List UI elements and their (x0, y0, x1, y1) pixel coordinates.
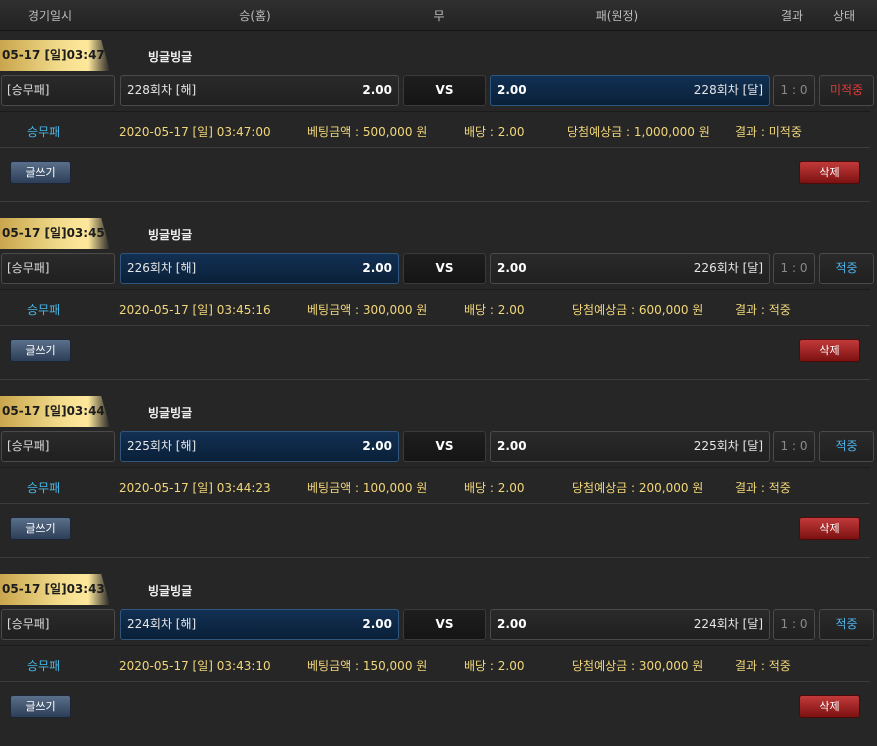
away-team-label: 226회차 [달] (693, 261, 763, 275)
header-date: 경기일시 (27, 9, 73, 23)
score-box: 1 : 0 (773, 609, 815, 640)
header-away: 패(원정) (595, 9, 639, 23)
status-badge: 적중 (819, 253, 874, 284)
write-button[interactable]: 글쓰기 (10, 695, 71, 718)
bet-amount: 베팅금액 : 100,000 원 (307, 481, 428, 495)
score-box: 1 : 0 (773, 75, 815, 106)
score-box: 1 : 0 (773, 253, 815, 284)
bet-item: 05-17 [일]03:47 빙글빙글 [승무패] 228회차 [해] 2.00… (0, 34, 877, 212)
bet-datetime: 2020-05-17 [일] 03:44:23 (119, 481, 271, 495)
home-team-label: 225회차 [해] (127, 439, 197, 453)
status-badge: 적중 (819, 431, 874, 462)
away-pick[interactable]: 2.00 224회차 [달] (490, 609, 770, 640)
bet-dividend: 배당 : 2.00 (464, 659, 525, 673)
bet-datetime: 2020-05-17 [일] 03:43:10 (119, 659, 271, 673)
header-draw: 무 (433, 9, 445, 23)
bet-info-row: 승무패 2020-05-17 [일] 03:43:10 베팅금액 : 150,0… (0, 645, 870, 682)
bet-item: 05-17 [일]03:45 빙글빙글 [승무패] 226회차 [해] 2.00… (0, 212, 877, 390)
team-name: 빙글빙글 (148, 584, 193, 598)
date-tag: 05-17 [일]03:43 (0, 574, 110, 605)
delete-button[interactable]: 삭제 (799, 695, 860, 718)
away-odds: 2.00 (497, 83, 527, 97)
home-team-label: 226회차 [해] (127, 261, 197, 275)
bet-info-row: 승무패 2020-05-17 [일] 03:47:00 베팅금액 : 500,0… (0, 111, 870, 148)
bet-item: 05-17 [일]03:44 빙글빙글 [승무패] 225회차 [해] 2.00… (0, 390, 877, 568)
bet-type-box: [승무패] (1, 431, 115, 462)
home-odds: 2.00 (362, 261, 392, 275)
bet-dividend: 배당 : 2.00 (464, 303, 525, 317)
vs-draw-box[interactable]: VS (403, 431, 486, 462)
bet-info-row: 승무패 2020-05-17 [일] 03:45:16 베팅금액 : 300,0… (0, 289, 870, 326)
delete-button[interactable]: 삭제 (799, 517, 860, 540)
home-pick[interactable]: 228회차 [해] 2.00 (120, 75, 399, 106)
divider (0, 557, 870, 558)
game-type: 승무패 (27, 125, 61, 139)
score-box: 1 : 0 (773, 431, 815, 462)
vs-draw-box[interactable]: VS (403, 253, 486, 284)
home-odds: 2.00 (362, 83, 392, 97)
bet-type-box: [승무패] (1, 75, 115, 106)
write-button[interactable]: 글쓰기 (10, 517, 71, 540)
divider (0, 201, 870, 202)
delete-button[interactable]: 삭제 (799, 161, 860, 184)
game-type: 승무패 (27, 659, 61, 673)
home-team-label: 228회차 [해] (127, 83, 197, 97)
table-header: 경기일시 승(홈) 무 패(원정) 결과 상태 (0, 0, 877, 31)
bet-info-row: 승무패 2020-05-17 [일] 03:44:23 베팅금액 : 100,0… (0, 467, 870, 504)
home-team-label: 224회차 [해] (127, 617, 197, 631)
away-pick[interactable]: 2.00 226회차 [달] (490, 253, 770, 284)
expected-win: 당첨예상금 : 200,000 원 (572, 481, 704, 495)
header-result: 결과 (780, 9, 804, 23)
away-team-label: 228회차 [달] (693, 83, 763, 97)
game-type: 승무패 (27, 481, 61, 495)
date-tag: 05-17 [일]03:44 (0, 396, 110, 427)
bet-result: 결과 : 적중 (735, 303, 791, 317)
status-badge: 미적중 (819, 75, 874, 106)
status-badge: 적중 (819, 609, 874, 640)
home-pick[interactable]: 225회차 [해] 2.00 (120, 431, 399, 462)
header-status: 상태 (832, 9, 856, 23)
bet-dividend: 배당 : 2.00 (464, 481, 525, 495)
bet-item: 05-17 [일]03:43 빙글빙글 [승무패] 224회차 [해] 2.00… (0, 568, 877, 746)
away-team-label: 225회차 [달] (693, 439, 763, 453)
divider (0, 379, 870, 380)
home-odds: 2.00 (362, 439, 392, 453)
expected-win: 당첨예상금 : 300,000 원 (572, 659, 704, 673)
bet-result: 결과 : 미적중 (735, 125, 802, 139)
game-type: 승무패 (27, 303, 61, 317)
bet-datetime: 2020-05-17 [일] 03:47:00 (119, 125, 271, 139)
bet-amount: 베팅금액 : 500,000 원 (307, 125, 428, 139)
away-pick[interactable]: 2.00 225회차 [달] (490, 431, 770, 462)
vs-draw-box[interactable]: VS (403, 75, 486, 106)
bet-dividend: 배당 : 2.00 (464, 125, 525, 139)
away-team-label: 224회차 [달] (693, 617, 763, 631)
expected-win: 당첨예상금 : 1,000,000 원 (567, 125, 710, 139)
bet-amount: 베팅금액 : 300,000 원 (307, 303, 428, 317)
bet-type-box: [승무패] (1, 609, 115, 640)
team-name: 빙글빙글 (148, 406, 193, 420)
home-odds: 2.00 (362, 617, 392, 631)
date-tag: 05-17 [일]03:47 (0, 40, 110, 71)
bet-type-box: [승무패] (1, 253, 115, 284)
away-pick[interactable]: 2.00 228회차 [달] (490, 75, 770, 106)
write-button[interactable]: 글쓰기 (10, 339, 71, 362)
away-odds: 2.00 (497, 617, 527, 631)
home-pick[interactable]: 224회차 [해] 2.00 (120, 609, 399, 640)
header-home: 승(홈) (239, 9, 271, 23)
team-name: 빙글빙글 (148, 50, 193, 64)
write-button[interactable]: 글쓰기 (10, 161, 71, 184)
team-name: 빙글빙글 (148, 228, 193, 242)
bet-datetime: 2020-05-17 [일] 03:45:16 (119, 303, 271, 317)
delete-button[interactable]: 삭제 (799, 339, 860, 362)
expected-win: 당첨예상금 : 600,000 원 (572, 303, 704, 317)
date-tag: 05-17 [일]03:45 (0, 218, 110, 249)
away-odds: 2.00 (497, 439, 527, 453)
home-pick[interactable]: 226회차 [해] 2.00 (120, 253, 399, 284)
away-odds: 2.00 (497, 261, 527, 275)
vs-draw-box[interactable]: VS (403, 609, 486, 640)
bet-amount: 베팅금액 : 150,000 원 (307, 659, 428, 673)
bet-result: 결과 : 적중 (735, 659, 791, 673)
bet-result: 결과 : 적중 (735, 481, 791, 495)
